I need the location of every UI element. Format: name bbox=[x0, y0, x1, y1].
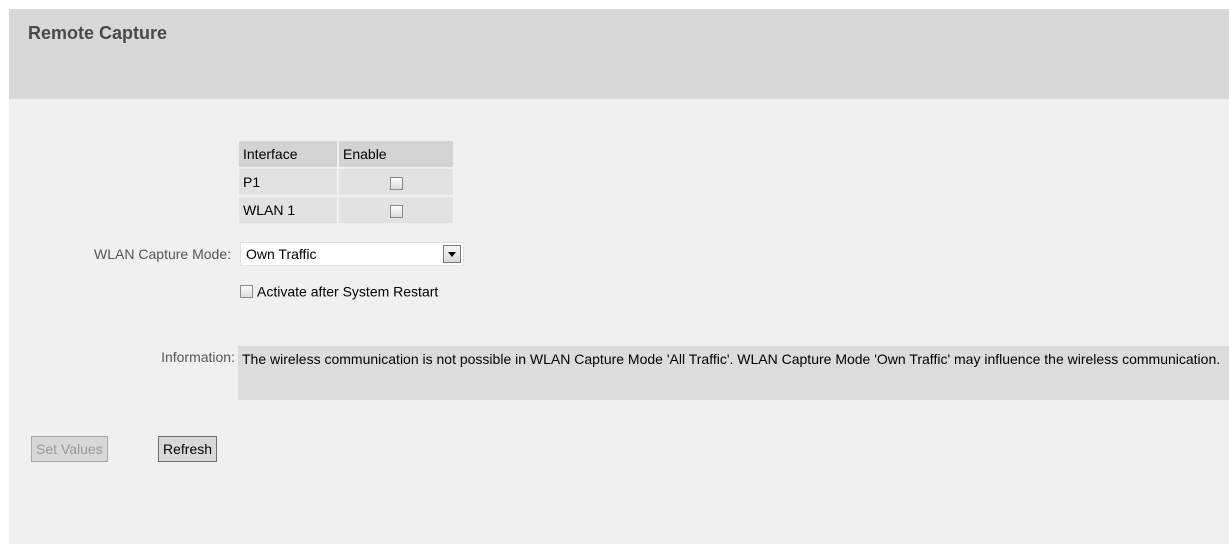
content-panel: Remote Capture Interface Enable P1 WLAN … bbox=[9, 9, 1229, 544]
page-header: Remote Capture bbox=[9, 9, 1229, 99]
table-row: P1 bbox=[239, 169, 453, 195]
activate-after-restart-checkbox[interactable] bbox=[240, 284, 253, 298]
interface-name: P1 bbox=[239, 169, 337, 195]
enable-wlan1-checkbox[interactable] bbox=[389, 204, 403, 218]
column-header-interface: Interface bbox=[239, 141, 337, 167]
capture-mode-value: Own Traffic bbox=[246, 246, 317, 262]
information-text: The wireless communication is not possib… bbox=[238, 346, 1229, 400]
interface-name: WLAN 1 bbox=[239, 197, 337, 223]
table-row: WLAN 1 bbox=[239, 197, 453, 223]
refresh-button[interactable]: Refresh bbox=[158, 436, 218, 462]
page-title: Remote Capture bbox=[28, 23, 168, 43]
information-label: Information: bbox=[161, 349, 235, 365]
interface-table: Interface Enable P1 WLAN 1 bbox=[237, 139, 455, 225]
activate-after-restart-label: Activate after System Restart bbox=[257, 283, 439, 300]
column-header-enable: Enable bbox=[339, 141, 453, 167]
table-header-row: Interface Enable bbox=[239, 141, 453, 167]
capture-mode-label: WLAN Capture Mode: bbox=[94, 246, 231, 262]
capture-mode-select[interactable]: Own Traffic bbox=[240, 242, 464, 266]
chevron-down-icon[interactable] bbox=[443, 245, 461, 263]
enable-cell bbox=[339, 169, 453, 195]
enable-p1-checkbox[interactable] bbox=[389, 176, 403, 190]
enable-cell bbox=[339, 197, 453, 223]
restart-option: Activate after System Restart bbox=[240, 282, 438, 300]
set-values-button[interactable]: Set Values bbox=[31, 436, 108, 462]
